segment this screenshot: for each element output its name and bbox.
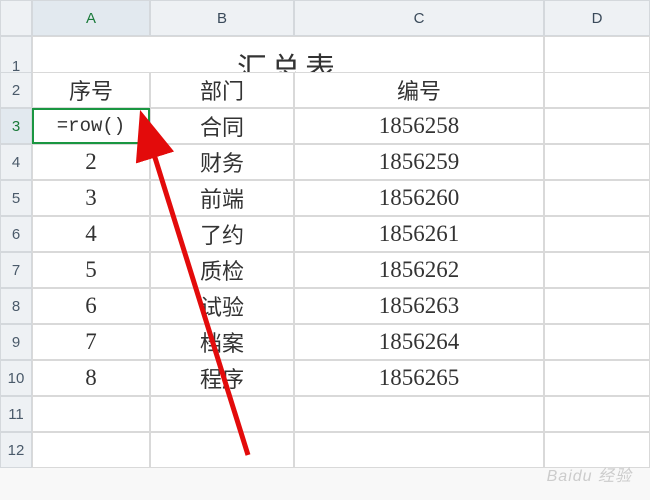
- row-header-2[interactable]: 2: [0, 72, 32, 108]
- row-header-3[interactable]: 3: [0, 108, 32, 144]
- cell-b5[interactable]: 前端: [150, 180, 294, 216]
- header-dept[interactable]: 部门: [150, 72, 294, 108]
- header-dept-label: 部门: [200, 74, 244, 106]
- cell-c7[interactable]: 1856262: [294, 252, 544, 288]
- cell-a9[interactable]: 7: [32, 324, 150, 360]
- cell-a7[interactable]: 5: [32, 252, 150, 288]
- cell-b8[interactable]: 试验: [150, 288, 294, 324]
- cell-a8[interactable]: 6: [32, 288, 150, 324]
- cell-b6[interactable]: 了约: [150, 216, 294, 252]
- cell-a10[interactable]: 8: [32, 360, 150, 396]
- cell-c11[interactable]: [294, 396, 544, 432]
- cell-d3[interactable]: [544, 108, 650, 144]
- cell-c4[interactable]: 1856259: [294, 144, 544, 180]
- col-header-d[interactable]: D: [544, 0, 650, 36]
- cell-d4[interactable]: [544, 144, 650, 180]
- select-all-corner[interactable]: [0, 0, 32, 36]
- cell-b4[interactable]: 财务: [150, 144, 294, 180]
- header-code[interactable]: 编号: [294, 72, 544, 108]
- cell-d8[interactable]: [544, 288, 650, 324]
- cell-c5[interactable]: 1856260: [294, 180, 544, 216]
- row-header-4[interactable]: 4: [0, 144, 32, 180]
- cell-b11[interactable]: [150, 396, 294, 432]
- cell-c9[interactable]: 1856264: [294, 324, 544, 360]
- cell-a12[interactable]: [32, 432, 150, 468]
- cell-a6[interactable]: 4: [32, 216, 150, 252]
- watermark: Baidu 经验: [547, 462, 632, 486]
- cell-c12[interactable]: [294, 432, 544, 468]
- cell-c8[interactable]: 1856263: [294, 288, 544, 324]
- col-header-c[interactable]: C: [294, 0, 544, 36]
- row-header-10[interactable]: 10: [0, 360, 32, 396]
- spreadsheet-grid: A B C D 1 汇总表 2 序号 部门 编号 3 =row() 合同 185…: [0, 0, 650, 468]
- cell-d10[interactable]: [544, 360, 650, 396]
- cell-a3-active[interactable]: =row(): [32, 108, 150, 144]
- cell-c3[interactable]: 1856258: [294, 108, 544, 144]
- cell-d7[interactable]: [544, 252, 650, 288]
- header-seq[interactable]: 序号: [32, 72, 150, 108]
- cell-b12[interactable]: [150, 432, 294, 468]
- header-code-label: 编号: [397, 74, 441, 106]
- cell-a11[interactable]: [32, 396, 150, 432]
- cell-b9[interactable]: 档案: [150, 324, 294, 360]
- header-seq-label: 序号: [69, 74, 113, 106]
- cell-a4[interactable]: 2: [32, 144, 150, 180]
- col-header-b[interactable]: B: [150, 0, 294, 36]
- cell-b7[interactable]: 质检: [150, 252, 294, 288]
- row-header-7[interactable]: 7: [0, 252, 32, 288]
- cell-b3[interactable]: 合同: [150, 108, 294, 144]
- row-header-5[interactable]: 5: [0, 180, 32, 216]
- cell-d2[interactable]: [544, 72, 650, 108]
- row-header-8[interactable]: 8: [0, 288, 32, 324]
- row-header-11[interactable]: 11: [0, 396, 32, 432]
- cell-c6[interactable]: 1856261: [294, 216, 544, 252]
- cell-d9[interactable]: [544, 324, 650, 360]
- cell-c10[interactable]: 1856265: [294, 360, 544, 396]
- row-header-9[interactable]: 9: [0, 324, 32, 360]
- cell-a5[interactable]: 3: [32, 180, 150, 216]
- cell-d11[interactable]: [544, 396, 650, 432]
- cell-b10[interactable]: 程序: [150, 360, 294, 396]
- cell-d5[interactable]: [544, 180, 650, 216]
- row-header-6[interactable]: 6: [0, 216, 32, 252]
- cell-d6[interactable]: [544, 216, 650, 252]
- col-header-a[interactable]: A: [32, 0, 150, 36]
- row-header-12[interactable]: 12: [0, 432, 32, 468]
